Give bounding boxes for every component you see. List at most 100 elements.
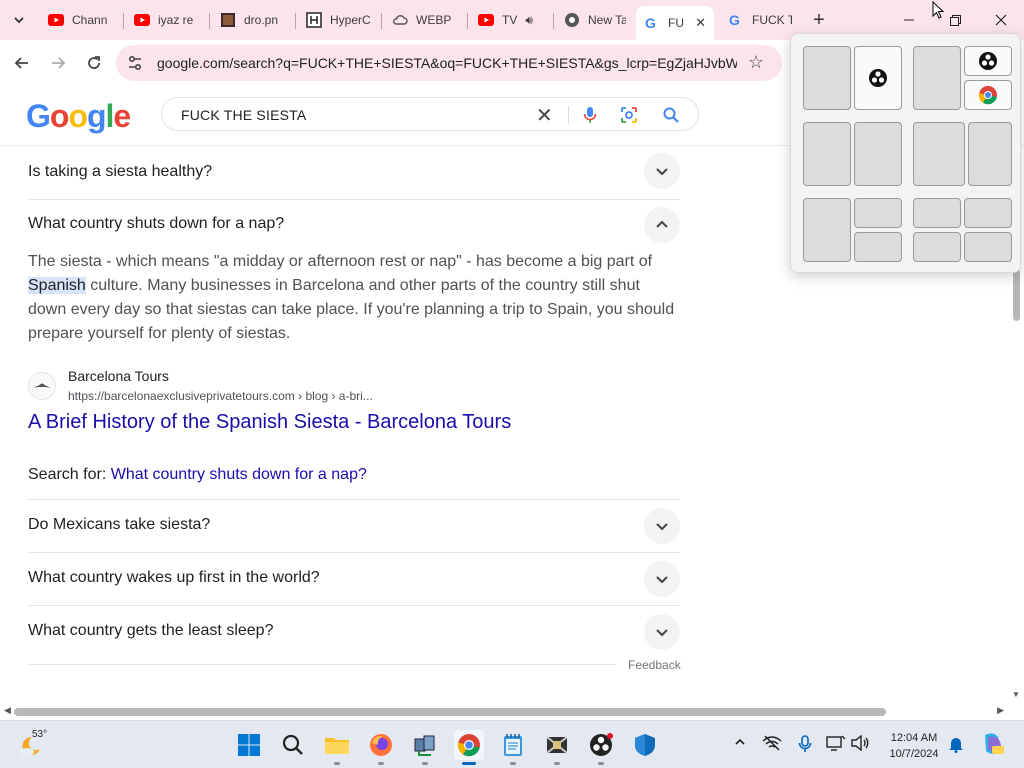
scroll-left-arrow[interactable]: ◀: [4, 705, 11, 716]
volume-icon[interactable]: [850, 734, 870, 754]
snap-zone[interactable]: [854, 232, 902, 262]
tab-1[interactable]: Chann: [40, 6, 122, 34]
snap-zone[interactable]: [964, 232, 1012, 262]
answer-snippet: The siesta - which means "a midday or af…: [28, 250, 680, 346]
url-text[interactable]: google.com/search?q=FUCK+THE+SIESTA&oq=F…: [157, 55, 737, 71]
tab-title: dro.pn: [244, 13, 279, 27]
search-box[interactable]: FUCK THE SIESTA ✕: [161, 97, 699, 131]
expand-button[interactable]: [644, 153, 680, 189]
scroll-down-arrow[interactable]: ▼: [1012, 690, 1020, 699]
tab-6[interactable]: TV 🔊︎: [470, 6, 552, 34]
chrome-button[interactable]: [454, 730, 484, 765]
question-row[interactable]: What country wakes up first in the world…: [28, 553, 680, 606]
google-lens-icon[interactable]: [619, 105, 639, 125]
horizontal-scroll-thumb[interactable]: [14, 708, 886, 716]
forward-button[interactable]: [43, 48, 73, 78]
file-explorer-button[interactable]: [322, 730, 352, 765]
snap-zone[interactable]: [964, 198, 1012, 228]
horizontal-scrollbar[interactable]: ◀ ▶: [0, 703, 1008, 719]
network-app-button[interactable]: [410, 730, 440, 765]
tab-3[interactable]: dro.pn: [212, 6, 294, 34]
bookmark-star-icon[interactable]: ☆: [748, 52, 764, 73]
snap-zone[interactable]: [854, 46, 902, 110]
snap-zone[interactable]: [913, 232, 961, 262]
divider: [28, 664, 616, 665]
source-url: https://barcelonaexclusiveprivatetours.c…: [68, 389, 373, 403]
show-hidden-icons-button[interactable]: [734, 735, 746, 751]
close-tab-icon[interactable]: ✕: [695, 15, 706, 31]
search-for-link[interactable]: What country shuts down for a nap?: [111, 466, 367, 483]
snap-zone[interactable]: [968, 122, 1012, 186]
snap-zone[interactable]: [964, 80, 1012, 110]
start-button[interactable]: [234, 730, 264, 760]
close-window-button[interactable]: [978, 4, 1024, 36]
clear-search-icon[interactable]: ✕: [536, 103, 553, 128]
network-computers-icon: [414, 735, 435, 756]
search-divider: [568, 106, 569, 124]
answer-text-end: culture. Many businesses in Barcelona an…: [28, 277, 675, 342]
snap-layouts-flyout: [790, 33, 1021, 273]
question-row[interactable]: Do Mexicans take siesta?: [28, 500, 680, 553]
running-indicator: [422, 762, 428, 765]
new-tab-button[interactable]: +: [808, 8, 830, 32]
notepad-button[interactable]: [498, 730, 528, 765]
collapse-button[interactable]: [644, 207, 680, 243]
svg-text:G: G: [645, 15, 656, 31]
speaker-icon[interactable]: 🔊︎: [525, 13, 533, 28]
question-row[interactable]: Is taking a siesta healthy?: [28, 147, 680, 200]
copilot-button[interactable]: [980, 731, 1006, 760]
address-bar[interactable]: google.com/search?q=FUCK+THE+SIESTA&oq=F…: [116, 45, 782, 81]
expand-button[interactable]: [644, 508, 680, 544]
microphone-status-icon[interactable]: [798, 735, 812, 756]
weather-widget[interactable]: 53°: [18, 729, 54, 761]
tab-5[interactable]: WEBP: [384, 6, 466, 34]
tab-search-button[interactable]: [6, 8, 32, 32]
minimize-button[interactable]: [886, 4, 932, 36]
snap-zone[interactable]: [913, 46, 961, 110]
snap-zone[interactable]: [913, 122, 965, 186]
question-row[interactable]: What country gets the least sleep?: [28, 606, 680, 659]
snap-zone[interactable]: [964, 46, 1012, 76]
snap-zone[interactable]: [803, 46, 851, 110]
chevron-down-icon: [656, 576, 668, 584]
cloud-icon: [392, 12, 408, 28]
notifications-button[interactable]: [948, 735, 964, 756]
tab-8-active[interactable]: G FU ✕: [636, 6, 714, 40]
result-source[interactable]: Barcelona Tours https://barcelonaexclusi…: [28, 368, 680, 408]
running-indicator: [334, 762, 340, 765]
search-input[interactable]: FUCK THE SIESTA: [181, 107, 306, 123]
google-icon: G: [644, 15, 660, 31]
clock[interactable]: 12:04 AM 10/7/2024: [882, 730, 946, 762]
video-editor-button[interactable]: [542, 730, 572, 765]
snap-zone[interactable]: [803, 122, 851, 186]
taskbar-search-button[interactable]: [278, 730, 308, 760]
tab-9[interactable]: G FUCK T: [720, 6, 800, 34]
scroll-right-arrow[interactable]: ▶: [997, 705, 1004, 716]
feedback-link[interactable]: Feedback: [628, 658, 681, 672]
tab-7[interactable]: New Ta: [556, 6, 634, 34]
network-status-icon[interactable]: [762, 735, 782, 754]
microphone-icon[interactable]: [580, 105, 600, 125]
back-button[interactable]: [7, 48, 37, 78]
firefox-button[interactable]: [366, 730, 396, 765]
display-icon[interactable]: [826, 735, 846, 754]
running-indicator: [378, 762, 384, 765]
vertical-scroll-thumb[interactable]: [1013, 269, 1020, 321]
snap-zone[interactable]: [803, 198, 851, 262]
search-icon[interactable]: [661, 105, 681, 125]
defender-button[interactable]: [630, 730, 660, 760]
expand-button[interactable]: [644, 561, 680, 597]
snap-zone[interactable]: [854, 198, 902, 228]
tab-4[interactable]: HyperC: [298, 6, 380, 34]
snap-zone[interactable]: [913, 198, 961, 228]
snap-zone[interactable]: [854, 122, 902, 186]
google-logo[interactable]: Google: [26, 98, 131, 135]
result-title-link[interactable]: A Brief History of the Spanish Siesta - …: [28, 411, 511, 434]
question-row-expanded[interactable]: What country shuts down for a nap?: [28, 199, 680, 252]
answer-highlight: Spanish: [28, 277, 86, 294]
reload-button[interactable]: [79, 48, 109, 78]
site-info-icon[interactable]: [126, 54, 144, 72]
obs-button[interactable]: [586, 730, 616, 765]
expand-button[interactable]: [644, 614, 680, 650]
tab-2[interactable]: iyaz re: [126, 6, 208, 34]
